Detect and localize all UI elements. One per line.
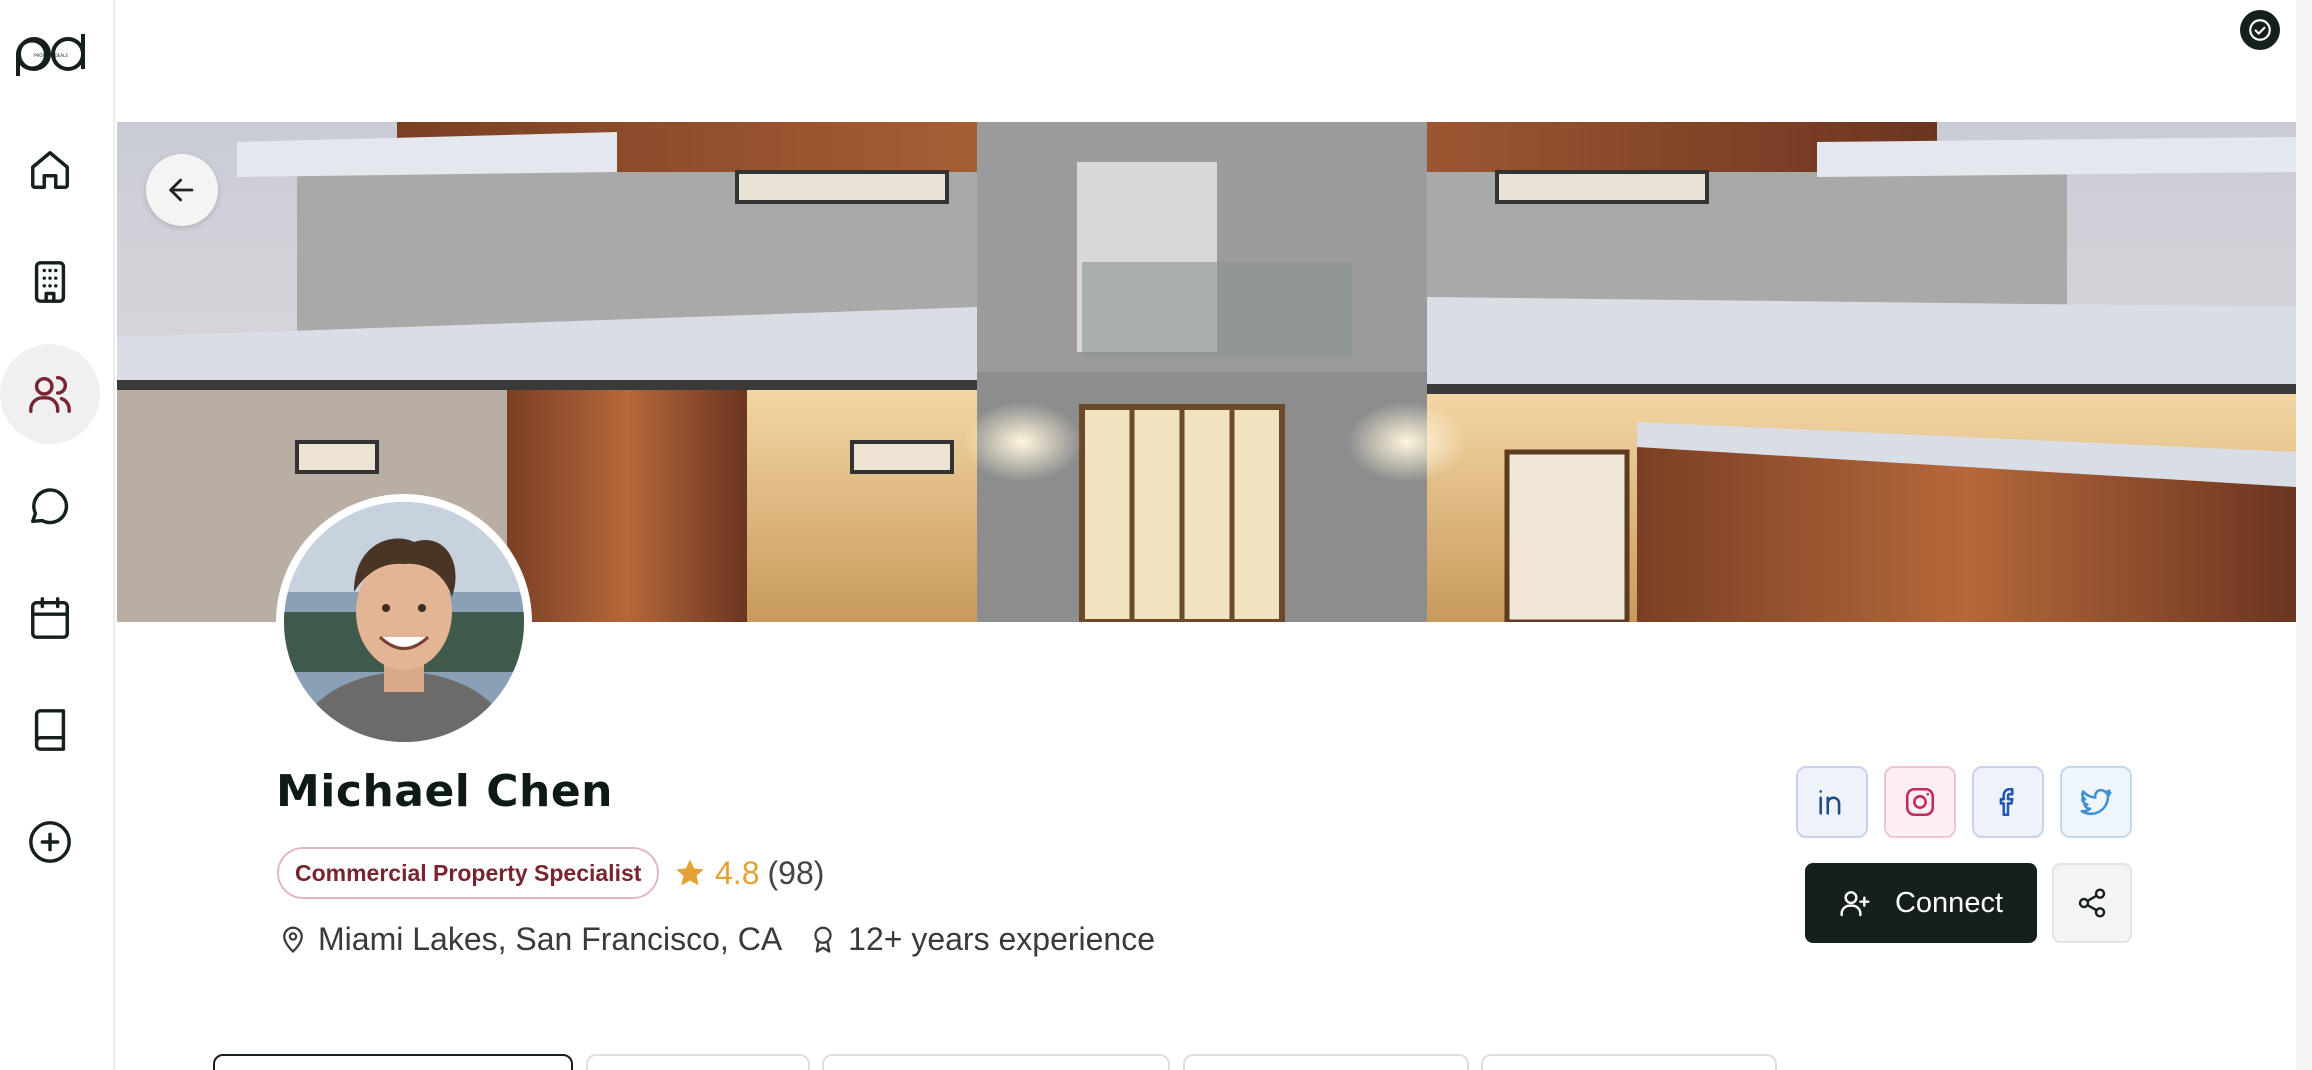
scrollbar[interactable] (2296, 0, 2312, 1070)
tab-5[interactable] (1481, 1054, 1777, 1070)
share-icon (2078, 888, 2106, 918)
status-check-icon[interactable] (2240, 10, 2280, 50)
profile-name: Michael Chen (276, 766, 613, 817)
instagram-button[interactable] (1884, 766, 1956, 838)
plus-circle-icon (29, 821, 71, 863)
connect-button[interactable]: Connect (1805, 863, 2037, 943)
linkedin-icon (1819, 790, 1841, 815)
sidebar-item-add[interactable] (0, 792, 100, 892)
rating-value: 4.8 (715, 854, 760, 891)
tab-2[interactable] (586, 1054, 810, 1070)
twitter-button[interactable] (2060, 766, 2132, 838)
twitter-icon (2080, 788, 2112, 816)
user-plus-icon (1840, 891, 1870, 917)
sidebar-item-messages[interactable] (0, 456, 100, 556)
back-button[interactable] (146, 154, 218, 226)
share-button[interactable] (2052, 863, 2132, 943)
sidebar: PROPERTYDEALS (0, 0, 115, 1070)
sidebar-item-home[interactable] (0, 120, 100, 220)
app-logo[interactable]: PROPERTYDEALS (12, 28, 102, 88)
facebook-icon (1999, 787, 2014, 817)
location-text: Miami Lakes, San Francisco, CA (318, 920, 783, 957)
message-icon (31, 488, 69, 525)
users-icon (29, 375, 71, 413)
specialty-badge: Commercial Property Specialist (277, 847, 660, 899)
connect-label: Connect (1894, 886, 2003, 919)
sidebar-item-resources[interactable] (0, 680, 100, 780)
avatar (276, 494, 532, 750)
profile-meta: Miami Lakes, San Francisco, CA 12+ years… (278, 916, 1155, 962)
linkedin-button[interactable] (1796, 766, 1868, 838)
tab-3[interactable] (822, 1054, 1170, 1070)
sidebar-item-calendar[interactable] (0, 568, 100, 668)
facebook-button[interactable] (1972, 766, 2044, 838)
map-pin-icon (283, 926, 303, 953)
logo-wordmark: PROPERTYDEALS (34, 53, 68, 58)
location: Miami Lakes, San Francisco, CA (278, 921, 782, 958)
tab-4[interactable] (1183, 1054, 1469, 1070)
building-icon (34, 261, 66, 303)
sidebar-item-properties[interactable] (0, 232, 100, 332)
book-icon (34, 709, 66, 751)
sidebar-item-agents[interactable] (0, 344, 100, 444)
calendar-icon (31, 597, 69, 639)
arrow-left-icon (169, 178, 194, 202)
review-count: (98) (767, 854, 825, 891)
experience: 12+ years experience (808, 921, 1155, 958)
home-icon (31, 151, 69, 189)
instagram-icon (1905, 787, 1935, 817)
award-icon (814, 926, 832, 953)
star-icon (676, 859, 704, 886)
tab-1[interactable] (213, 1054, 573, 1070)
experience-text: 12+ years experience (848, 920, 1156, 957)
rating: 4.8 (98) (673, 850, 824, 896)
